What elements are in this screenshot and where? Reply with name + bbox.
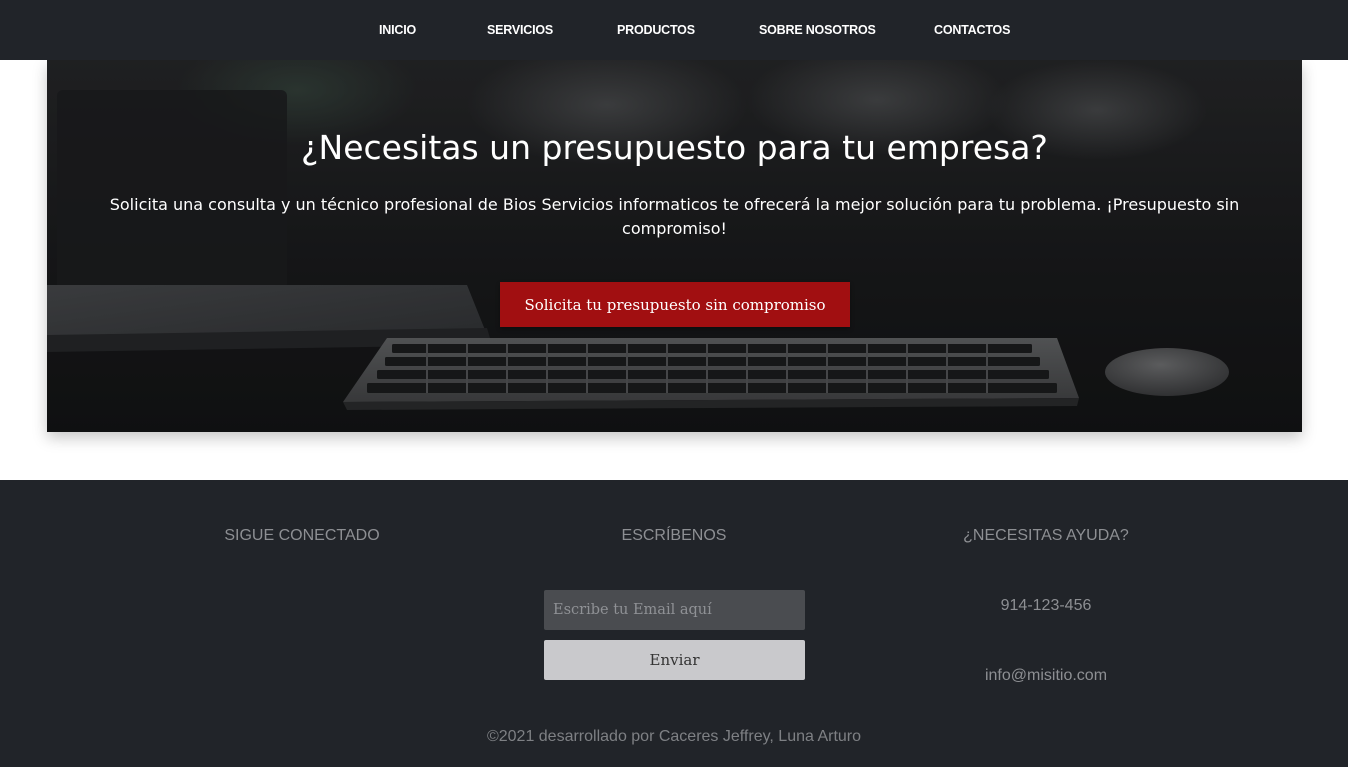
hero-subtitle: Solicita una consulta y un técnico profe… <box>109 195 1240 238</box>
footer: SIGUE CONECTADO ESCRÍBENOS ¿NECESITAS AY… <box>0 480 1348 767</box>
footer-heading-help: ¿NECESITAS AYUDA? <box>963 527 1129 544</box>
hero-title: ¿Necesitas un presupuesto para tu empres… <box>301 128 1048 167</box>
footer-heading-social: SIGUE CONECTADO <box>224 527 380 544</box>
nav-productos-link[interactable]: PRODUCTOS <box>617 23 695 37</box>
nav-sobre-nosotros-link[interactable]: SOBRE NOSOTROS <box>759 23 876 37</box>
phone-number: 914-123-456 <box>1000 597 1092 614</box>
top-navbar: INICIO SERVICIOS PRODUCTOS SOBRE NOSOTRO… <box>0 0 1348 60</box>
nav-servicios-link[interactable]: SERVICIOS <box>487 23 553 37</box>
hero-banner: ¿Necesitas un presupuesto para tu empres… <box>47 60 1302 432</box>
footer-heading-write: ESCRÍBENOS <box>621 527 727 544</box>
nav-contactos-link[interactable]: CONTACTOS <box>934 23 1010 37</box>
send-button[interactable]: Enviar <box>544 640 805 680</box>
request-quote-button[interactable]: Solicita tu presupuesto sin compromiso <box>500 282 850 327</box>
nav-inicio-link[interactable]: INICIO <box>379 23 416 37</box>
contact-email: info@misitio.com <box>984 667 1108 684</box>
email-input[interactable] <box>544 590 805 630</box>
keyboard-background-image <box>47 60 1302 432</box>
copyright-text: ©2021 desarrollado por Caceres Jeffrey, … <box>486 728 862 745</box>
